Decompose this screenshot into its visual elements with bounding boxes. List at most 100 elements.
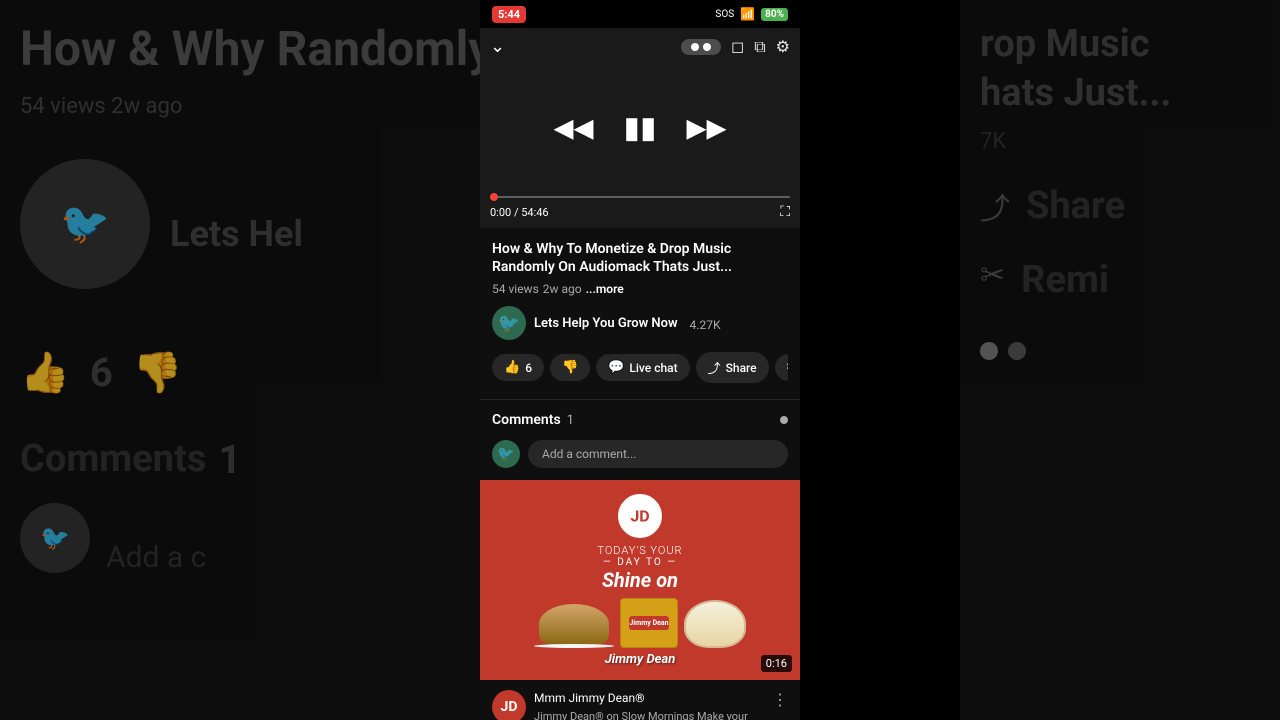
channel-name: Lets Help You Grow Now — [534, 316, 678, 331]
recommended-item[interactable]: JD Mmm Jimmy Dean® Jimmy Dean® on Slow M… — [480, 680, 800, 720]
share-icon: ⤴ — [708, 358, 721, 377]
ad-box-brand: Jimmy Dean — [629, 619, 668, 627]
action-row: 👍 6 👎 💬 Live chat ⤴ Share ✂ Remi — [492, 352, 788, 387]
ad-burger-item — [534, 604, 614, 648]
ad-food-row: Jimmy Dean — [534, 598, 746, 648]
comments-section: Comments 1 🐦 Add a comment... — [480, 399, 800, 480]
dislike-button[interactable]: 👎 — [550, 354, 590, 381]
video-title: How & Why To Monetize & Drop Music Rando… — [492, 240, 788, 276]
more-link[interactable]: ...more — [586, 282, 624, 296]
rec-more-options[interactable]: ⋮ — [772, 690, 788, 709]
settings-icon[interactable]: ⚙ — [776, 37, 790, 56]
ad-bowl-item — [684, 600, 746, 648]
bg-right-title1: rop Music — [980, 20, 1260, 69]
rec-channel-avatar: JD — [492, 690, 526, 720]
battery-indicator: 80% — [761, 8, 788, 21]
comment-input-row: 🐦 Add a comment... — [492, 440, 788, 468]
ad-box-item: Jimmy Dean — [620, 598, 678, 648]
time-ago: 2w ago — [543, 282, 582, 296]
pause-pill[interactable] — [681, 39, 721, 55]
live-chat-button[interactable]: 💬 Live chat — [596, 354, 689, 381]
sos-indicator: SOS — [715, 9, 734, 20]
ad-box-label: Jimmy Dean — [629, 616, 669, 630]
playback-controls: ◀◀ ▮▮ ▶▶ — [553, 111, 726, 146]
cast-icon[interactable]: ◻ — [731, 37, 744, 56]
share-button[interactable]: ⤴ Share — [696, 352, 769, 383]
wifi-icon: 📶 — [740, 7, 755, 21]
content-scroll[interactable]: How & Why To Monetize & Drop Music Rando… — [480, 228, 800, 720]
ad-banner[interactable]: JD TODAY'S YOUR — DAY TO — Shine on — [480, 480, 800, 680]
bg-channel-avatar: 🐦 — [20, 159, 150, 289]
caption-icon[interactable]: ⧉ — [754, 37, 765, 57]
bg-dislike-icon: 👎 — [133, 349, 183, 396]
bg-right-title2: hats Just... — [980, 69, 1260, 118]
time-row: 0:00 / 54:46 ⛶ — [490, 204, 790, 220]
comment-avatar-icon: 🐦 — [497, 446, 514, 462]
bg-remi-icon: ✂ — [980, 258, 1005, 302]
dislike-icon: 👎 — [562, 360, 578, 375]
bg-like-icon: 👍 — [20, 349, 70, 396]
bg-remi-row: ✂ Remi — [980, 258, 1260, 302]
like-count: 6 — [525, 361, 532, 375]
phone-container: 5:44 SOS 📶 80% ⌄ ◻ ⧉ ⚙ ◀◀ ▮▮ ▶▶ — [480, 0, 800, 720]
remix-icon: ✂ — [787, 360, 788, 375]
current-time: 0:00 / 54:46 — [490, 206, 549, 219]
status-right-icons: SOS 📶 80% — [715, 7, 788, 21]
comments-menu-dot[interactable] — [780, 416, 788, 424]
channel-avatar[interactable]: 🐦 — [492, 306, 526, 340]
like-icon: 👍 — [504, 360, 520, 375]
fullscreen-icon[interactable]: ⛶ — [780, 204, 790, 220]
progress-area: 0:00 / 54:46 ⛶ — [480, 190, 800, 228]
ad-bowl — [684, 600, 746, 648]
video-meta: 54 views 2w ago ...more — [492, 282, 788, 296]
bg-share-label: Share — [1026, 184, 1125, 228]
ad-duration: 0:16 — [761, 655, 792, 672]
comments-title: Comments — [492, 412, 561, 428]
ad-tagline2: Shine on — [534, 568, 746, 592]
like-button[interactable]: 👍 6 — [492, 354, 544, 381]
background-right: rop Music hats Just... 7K ⤴ Share ✂ Remi — [960, 0, 1280, 720]
ad-logo: JD — [618, 494, 662, 538]
bg-comments-count: 1 — [218, 436, 241, 483]
bg-comment-placeholder: Add a c — [106, 540, 206, 575]
remix-button[interactable]: ✂ Remi — [775, 354, 788, 381]
bg-dots — [980, 342, 1260, 360]
comments-header: Comments 1 — [492, 412, 788, 428]
rec-channel-initial: JD — [501, 699, 518, 715]
pause-pill-dot — [691, 43, 699, 51]
bg-like-count: 6 — [90, 349, 113, 396]
bg-dot-1 — [980, 342, 998, 360]
top-right-controls: ◻ ⧉ ⚙ — [681, 37, 790, 57]
rec-info: Mmm Jimmy Dean® Jimmy Dean® on Slow Morn… — [534, 690, 764, 720]
ad-content: JD TODAY'S YOUR — DAY TO — Shine on — [524, 484, 756, 677]
channel-row: 🐦 Lets Help You Grow Now 4.27K — [492, 306, 788, 340]
rec-video-title: Jimmy Dean® on Slow Mornings Make your — [534, 710, 764, 720]
pause-pill-dot2 — [703, 43, 711, 51]
bg-dot-2 — [1008, 342, 1026, 360]
bg-channel-name: Lets Hel — [170, 213, 303, 255]
ad-burger-bun — [539, 604, 609, 644]
status-bar: 5:44 SOS 📶 80% — [480, 0, 800, 28]
ad-tagline1: TODAY'S YOUR — [534, 544, 746, 557]
status-time: 5:44 — [492, 6, 526, 23]
channel-subs: 4.27K — [690, 314, 721, 333]
bg-remi-label: Remi — [1021, 258, 1109, 302]
video-player[interactable]: ⌄ ◻ ⧉ ⚙ ◀◀ ▮▮ ▶▶ 0:00 / — [480, 28, 800, 228]
channel-avatar-icon: 🐦 — [498, 313, 520, 334]
ad-product-box: Jimmy Dean — [620, 598, 678, 648]
channel-info: Lets Help You Grow Now — [534, 316, 678, 331]
comment-user-avatar: 🐦 — [492, 440, 520, 468]
comment-input[interactable]: Add a comment... — [528, 440, 788, 468]
prev-button[interactable]: ◀◀ — [553, 113, 593, 143]
bg-right-icons: ⤴ Share — [980, 184, 1260, 228]
progress-bar-track[interactable] — [490, 196, 790, 198]
bg-right-stats: 7K — [980, 129, 1260, 154]
share-label: Share — [726, 361, 757, 375]
view-count: 54 views — [492, 282, 539, 296]
rec-channel-name: Mmm Jimmy Dean® — [534, 690, 764, 707]
bg-share-icon: ⤴ — [980, 184, 1010, 228]
next-button[interactable]: ▶▶ — [687, 113, 727, 143]
pause-button[interactable]: ▮▮ — [623, 111, 656, 146]
video-top-controls: ⌄ ◻ ⧉ ⚙ — [480, 28, 800, 65]
chevron-down-icon[interactable]: ⌄ — [490, 36, 505, 57]
